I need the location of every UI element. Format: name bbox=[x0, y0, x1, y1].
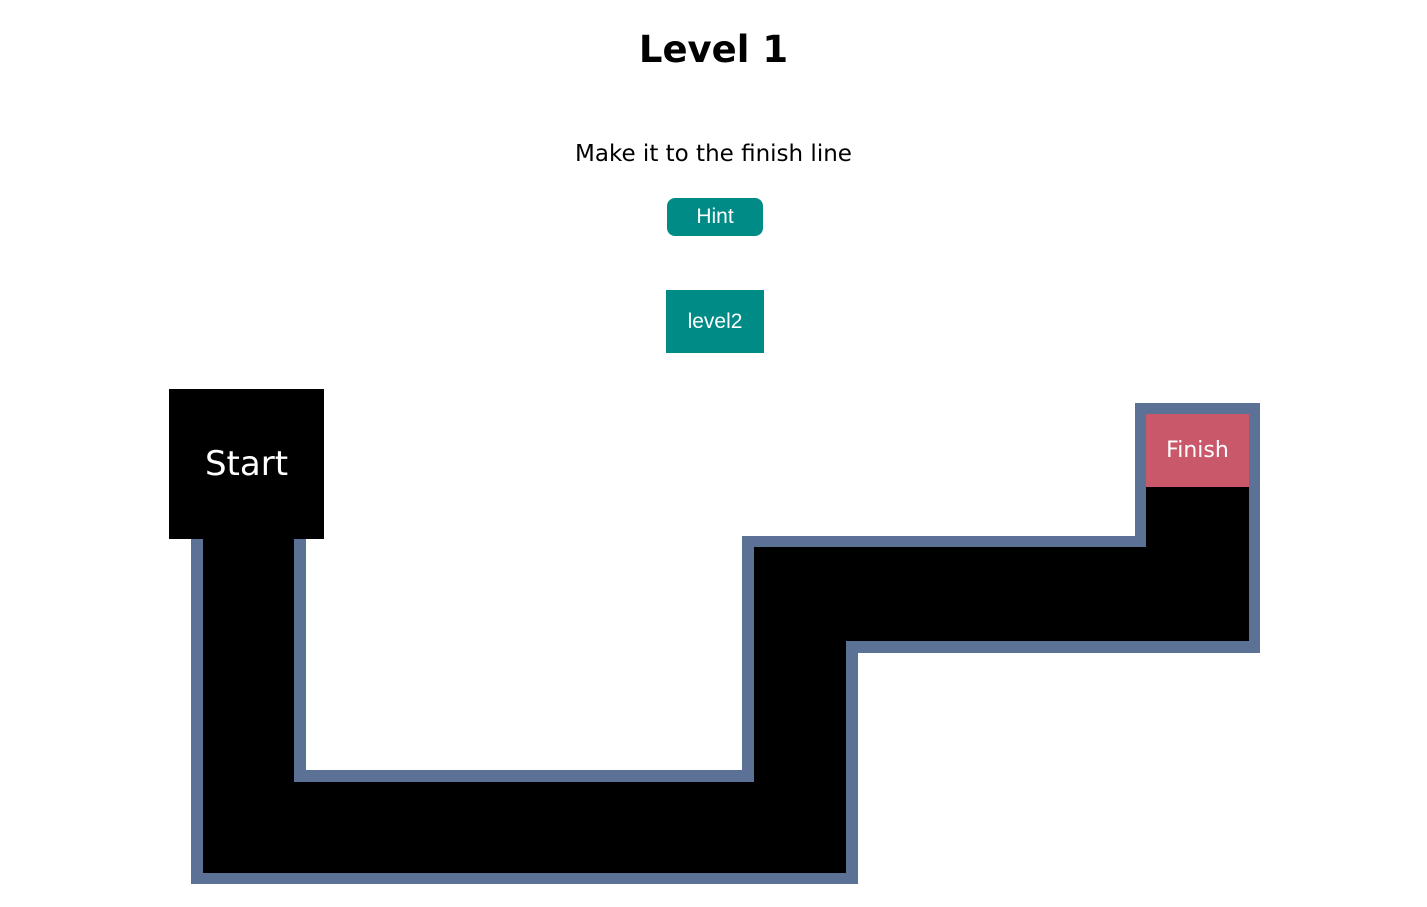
start-tile[interactable]: Start bbox=[169, 389, 324, 539]
finish-label: Finish bbox=[1166, 438, 1229, 463]
finish-tile[interactable]: Finish bbox=[1146, 414, 1249, 487]
start-label: Start bbox=[204, 444, 289, 484]
